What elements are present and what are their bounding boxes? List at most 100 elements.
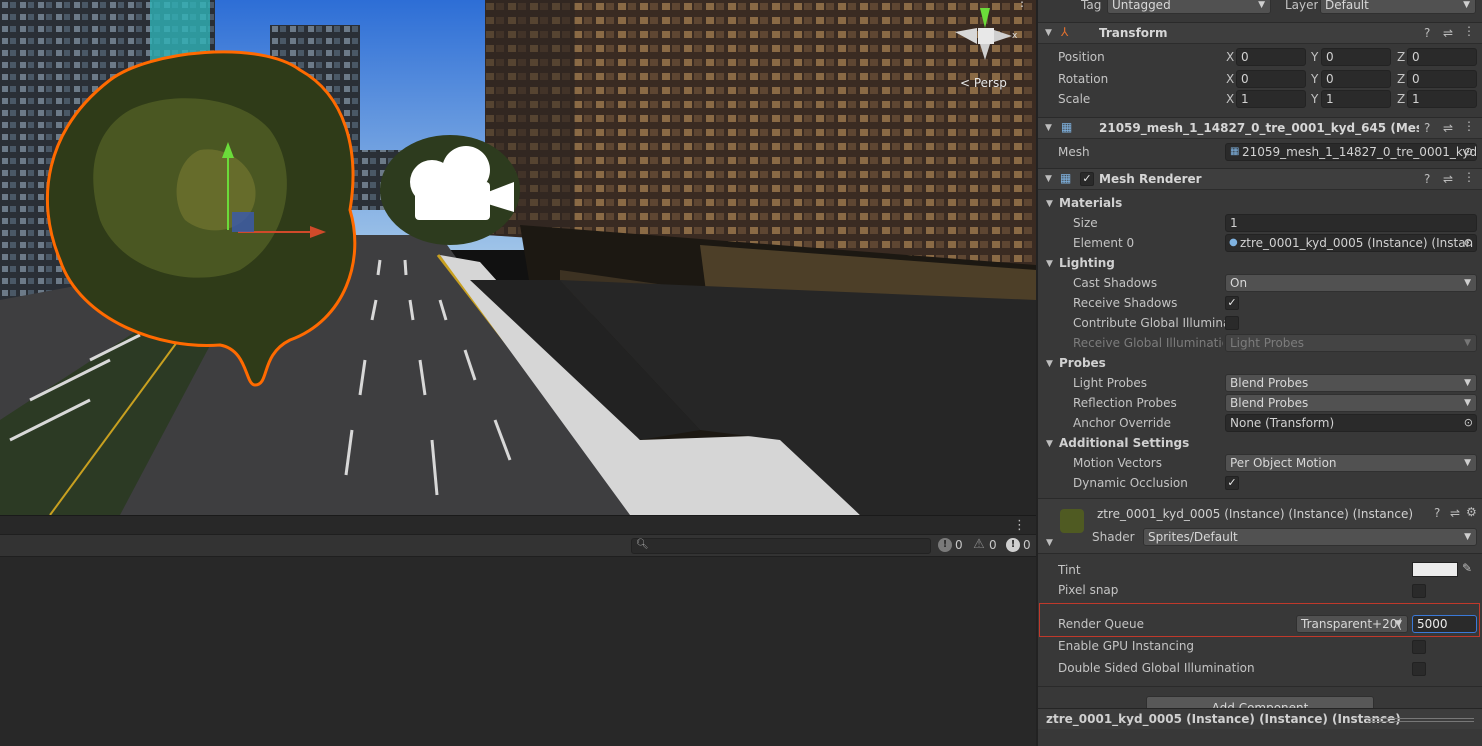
info-count: 0 [955,538,963,552]
chevron-down-icon: ▼ [1464,458,1471,468]
cast-shadows-dropdown[interactable]: On ▼ [1225,274,1477,292]
preview-drag-handle[interactable] [1366,718,1474,722]
fold-arrow-icon[interactable]: ▼ [1046,439,1053,449]
help-icon[interactable]: ? [1424,172,1430,186]
rotation-z-field[interactable]: 0 [1407,70,1477,88]
materials-size-field[interactable]: 1 [1225,214,1477,232]
divider [1038,686,1482,687]
position-x-field[interactable]: 0 [1236,48,1306,66]
render-queue-label: Render Queue [1058,617,1144,631]
shader-dropdown[interactable]: Sprites/Default ▼ [1143,528,1477,546]
element0-object-field[interactable]: ● ztre_0001_kyd_0005 (Instance) (Instan … [1225,234,1477,252]
receive-gi-value: Light Probes [1230,336,1305,350]
transform-axes-icon: ⅄ [1061,25,1069,39]
mesh-filter-header[interactable]: ▼ ▦ 21059_mesh_1_14827_0_tre_0001_kyd_64… [1038,117,1482,139]
layer-dropdown[interactable]: Default ▼ [1320,0,1476,14]
additional-settings-label[interactable]: Additional Settings [1059,436,1189,450]
axis-z-label: Z [1397,92,1406,106]
receive-shadows-checkbox[interactable]: ✓ [1225,296,1239,310]
fold-arrow-icon[interactable]: ▼ [1045,123,1052,133]
warning-count-toggle[interactable]: ⚠ 0 [972,537,997,553]
info-icon: ! [938,538,952,552]
kebab-menu-icon[interactable]: ⋮ [1463,24,1475,38]
preview-bar[interactable]: ztre_0001_kyd_0005 (Instance) (Instance)… [1038,708,1482,729]
inspector-panel: Tag Untagged ▼ Layer Default ▼ ▼ ⅄ Transfo… [1036,0,1482,746]
scale-x-field[interactable]: 1 [1236,90,1306,108]
help-icon[interactable]: ? [1424,26,1430,40]
dynamic-occlusion-checkbox[interactable]: ✓ [1225,476,1239,490]
object-picker-icon[interactable]: ⊙ [1464,415,1473,431]
receive-gi-label: Receive Global Illuminatior [1073,336,1223,350]
probes-section-label[interactable]: Probes [1059,356,1106,370]
error-count: 0 [1023,538,1031,552]
size-label: Size [1073,216,1098,230]
rotation-x-field[interactable]: 0 [1236,70,1306,88]
mesh-grid-icon: ▦ [1230,146,1240,157]
fold-arrow-icon[interactable]: ▼ [1045,174,1052,184]
object-picker-icon[interactable]: ⊙ [1464,235,1473,251]
warning-count: 0 [989,538,997,552]
mesh-renderer-enabled-checkbox[interactable]: ✓ [1080,172,1094,186]
material-header[interactable]: ▼ ztre_0001_kyd_0005 (Instance) (Instanc… [1038,498,1482,554]
help-icon[interactable]: ? [1434,506,1440,520]
eyedropper-icon[interactable]: ✎ [1462,561,1472,575]
preset-icon[interactable]: ⇌ [1450,506,1460,520]
scale-z-field[interactable]: 1 [1407,90,1477,108]
preset-icon[interactable]: ⇌ [1443,26,1453,40]
render-queue-preset: Transparent+20( [1301,617,1403,631]
reflection-probes-dropdown[interactable]: Blend Probes ▼ [1225,394,1477,412]
rotation-y-field[interactable]: 0 [1321,70,1391,88]
console-search-input[interactable]: 🔍︎ [631,538,931,554]
tag-dropdown[interactable]: Untagged ▼ [1107,0,1271,14]
axis-z-label: Z [1397,72,1406,86]
position-z-field[interactable]: 0 [1407,48,1477,66]
warning-icon: ⚠ [973,537,985,552]
tag-value: Untagged [1112,0,1171,12]
fold-arrow-icon[interactable]: ▼ [1046,538,1053,548]
transform-header[interactable]: ▼ ⅄ Transform ? ⇌ ⋮ [1038,22,1482,44]
contribute-gi-checkbox[interactable] [1225,316,1239,330]
axis-y-label: Y [1311,50,1319,64]
reflection-probes-value: Blend Probes [1230,396,1309,410]
motion-vectors-dropdown[interactable]: Per Object Motion ▼ [1225,454,1477,472]
fold-arrow-icon[interactable]: ▼ [1046,359,1053,369]
fold-arrow-icon[interactable]: ▼ [1046,259,1053,269]
scene-view[interactable]: x ⋮ < Persp [0,0,1036,515]
scale-y-field[interactable]: 1 [1321,90,1391,108]
anchor-override-field[interactable]: None (Transform) ⊙ [1225,414,1477,432]
tint-color-swatch[interactable] [1412,562,1458,577]
kebab-menu-icon[interactable]: ⋮ [1463,119,1475,133]
console-menu-icon[interactable]: ⋮ [1013,518,1026,533]
double-sided-gi-checkbox[interactable] [1412,662,1426,676]
console-toolbar: 🔍︎ ! 0 ⚠ 0 ! 0 [0,535,1036,557]
help-icon[interactable]: ? [1424,121,1430,135]
render-queue-dropdown[interactable]: Transparent+20(▼ [1296,615,1408,633]
preset-icon[interactable]: ⇌ [1443,121,1453,135]
gear-icon[interactable]: ⚙ [1466,505,1477,519]
chevron-down-icon: ▼ [1464,338,1471,348]
light-probes-value: Blend Probes [1230,376,1309,390]
render-queue-field[interactable]: 5000 [1412,615,1477,633]
cast-shadows-value: On [1230,276,1248,290]
pixel-snap-checkbox[interactable] [1412,584,1426,598]
fold-arrow-icon[interactable]: ▼ [1046,199,1053,209]
persp-label[interactable]: < Persp [960,76,1007,90]
mesh-object-field[interactable]: ▦ 21059_mesh_1_14827_0_tre_0001_kyd_ ⊙ [1225,143,1477,161]
gpu-instancing-checkbox[interactable] [1412,640,1426,654]
light-probes-dropdown[interactable]: Blend Probes ▼ [1225,374,1477,392]
kebab-menu-icon[interactable]: ⋮ [1463,170,1475,184]
motion-vectors-value: Per Object Motion [1230,456,1337,470]
console-panel: ⋮ 🔍︎ ! 0 ⚠ 0 ! 0 [0,515,1036,746]
material-title: ztre_0001_kyd_0005 (Instance) (Instance)… [1097,507,1414,521]
materials-section-label[interactable]: Materials [1059,196,1122,210]
mesh-renderer-header[interactable]: ▼ ▦ ✓ Mesh Renderer ? ⇌ ⋮ [1038,168,1482,190]
info-count-toggle[interactable]: ! 0 [938,538,963,552]
position-y-field[interactable]: 0 [1321,48,1391,66]
preset-icon[interactable]: ⇌ [1443,172,1453,186]
lighting-section-label[interactable]: Lighting [1059,256,1115,270]
scene-render[interactable]: x ⋮ [0,0,1036,515]
fold-arrow-icon[interactable]: ▼ [1045,28,1052,38]
object-picker-icon[interactable]: ⊙ [1464,144,1473,160]
mesh-renderer-icon: ▦ [1060,171,1072,185]
error-count-toggle[interactable]: ! 0 [1006,538,1031,552]
